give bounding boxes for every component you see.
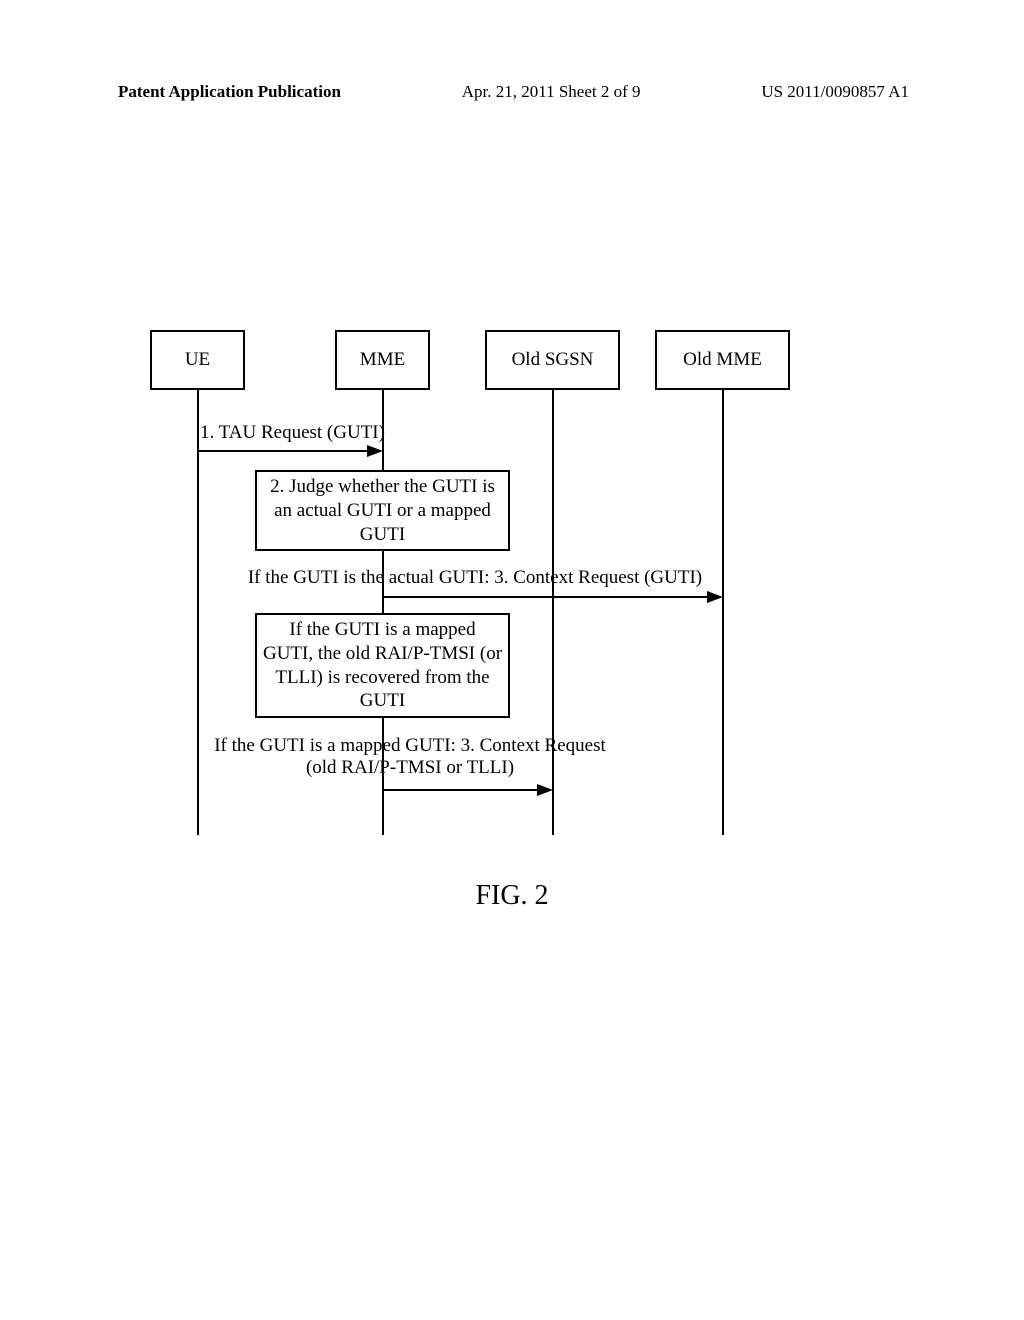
actor-ue-label: UE	[185, 349, 210, 371]
message-3a-label: If the GUTI is the actual GUTI: 3. Conte…	[215, 567, 735, 589]
actor-old-mme-label: Old MME	[683, 349, 762, 371]
actor-old-sgsn: Old SGSN	[485, 330, 620, 390]
actor-ue: UE	[150, 330, 245, 390]
figure-label: FIG. 2	[0, 880, 1024, 912]
message-3c-label: If the GUTI is a mapped GUTI: 3. Context…	[185, 735, 635, 779]
message-3c-line1: If the GUTI is a mapped GUTI: 3. Context…	[214, 735, 606, 756]
lifeline-old-mme	[722, 390, 724, 835]
header-center-text: Apr. 21, 2011 Sheet 2 of 9	[462, 82, 641, 102]
actor-mme-label: MME	[360, 349, 405, 371]
actor-old-mme: Old MME	[655, 330, 790, 390]
note-2-box: 2. Judge whether the GUTI is an actual G…	[255, 470, 510, 551]
message-3c-line2: (old RAI/P-TMSI or TLLI)	[306, 757, 514, 778]
message-3c-arrow	[383, 789, 541, 791]
message-3a-arrowhead-icon	[707, 591, 723, 603]
actor-old-sgsn-label: Old SGSN	[512, 349, 594, 371]
sequence-diagram: UE MME Old SGSN Old MME 1. TAU Request (…	[145, 330, 865, 860]
note-3b-box: If the GUTI is a mapped GUTI, the old RA…	[255, 613, 510, 718]
actor-mme: MME	[335, 330, 430, 390]
page-header: Patent Application Publication Apr. 21, …	[0, 82, 1024, 102]
message-3a-arrow	[383, 596, 711, 598]
header-right-text: US 2011/0090857 A1	[761, 82, 909, 102]
note-2-text: 2. Judge whether the GUTI is an actual G…	[270, 476, 495, 545]
message-1-arrow	[199, 450, 371, 452]
message-1-arrowhead-icon	[367, 445, 383, 457]
message-3c-arrowhead-icon	[537, 784, 553, 796]
note-3b-text: If the GUTI is a mapped GUTI, the old RA…	[263, 619, 502, 711]
message-1-label: 1. TAU Request (GUTI)	[200, 422, 385, 444]
header-left-text: Patent Application Publication	[118, 82, 341, 102]
